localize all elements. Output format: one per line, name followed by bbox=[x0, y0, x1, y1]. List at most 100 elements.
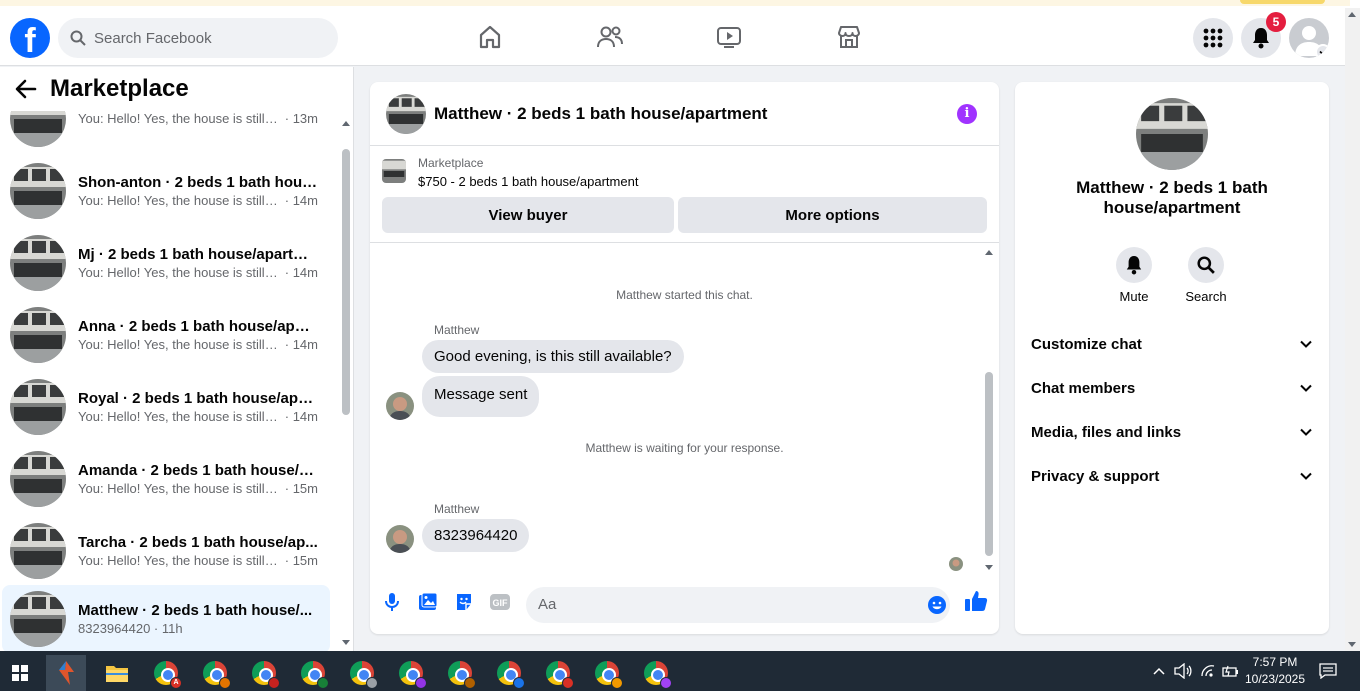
view-buyer-button[interactable]: View buyer bbox=[382, 197, 674, 233]
scroll-down-arrow[interactable] bbox=[985, 565, 993, 570]
message-input[interactable] bbox=[538, 596, 908, 613]
chevron-down-icon bbox=[1300, 472, 1312, 480]
conversation-list-scrollbar[interactable] bbox=[340, 115, 352, 645]
thumbs-up-icon bbox=[965, 591, 988, 611]
start-button[interactable] bbox=[0, 655, 40, 691]
taskbar-chrome-window[interactable] bbox=[391, 655, 431, 691]
media-files-links-section[interactable]: Media, files and links bbox=[1023, 412, 1321, 452]
taskbar-chrome-window[interactable]: A bbox=[146, 655, 186, 691]
search-icon bbox=[1197, 256, 1215, 274]
chat-members-section[interactable]: Chat members bbox=[1023, 368, 1321, 408]
taskbar-app-pinned[interactable] bbox=[46, 655, 86, 691]
scroll-down-arrow[interactable] bbox=[342, 640, 350, 645]
info-icon[interactable]: i bbox=[957, 104, 977, 124]
show-hidden-icons-button[interactable] bbox=[1148, 651, 1170, 691]
photo-icon bbox=[419, 592, 438, 610]
taskbar-chrome-window[interactable] bbox=[440, 655, 480, 691]
conversation-item-active[interactable]: Matthew · 2 beds 1 bath house/... 832396… bbox=[2, 585, 330, 651]
listing-thumbnail bbox=[10, 451, 66, 507]
account-chevron[interactable] bbox=[1315, 44, 1329, 58]
arrow-left-icon bbox=[15, 79, 37, 99]
taskbar-chrome-window[interactable] bbox=[489, 655, 529, 691]
search-box[interactable] bbox=[58, 18, 338, 58]
taskbar-file-explorer[interactable] bbox=[97, 655, 137, 691]
sticker-button[interactable] bbox=[452, 590, 476, 614]
scroll-up-arrow[interactable] bbox=[342, 121, 350, 126]
message-thread-scrollbar[interactable] bbox=[982, 250, 996, 570]
taskbar-chrome-window[interactable] bbox=[587, 655, 627, 691]
message-bubble[interactable]: 8323964420 bbox=[422, 519, 530, 552]
conversation-item[interactable]: Mj · 2 beds 1 bath house/apartm... You: … bbox=[2, 229, 330, 297]
taskbar-chrome-window[interactable] bbox=[636, 655, 676, 691]
listing-thumbnail bbox=[10, 163, 66, 219]
privacy-support-section[interactable]: Privacy & support bbox=[1023, 456, 1321, 496]
conversation-time: 15m bbox=[292, 480, 318, 496]
friends-nav-button[interactable] bbox=[595, 22, 625, 52]
message-bubble[interactable]: Message sent bbox=[422, 376, 540, 417]
taskbar-chrome-window[interactable] bbox=[195, 655, 235, 691]
conversation-time: 14m bbox=[292, 192, 318, 208]
conversation-item[interactable]: You: Hello! Yes, the house is still a...… bbox=[2, 111, 330, 153]
conversation-item[interactable]: Shon-anton · 2 beds 1 bath hous... You: … bbox=[2, 157, 330, 225]
volume-button[interactable] bbox=[1172, 651, 1194, 691]
search-action[interactable]: Search bbox=[1176, 247, 1236, 304]
chat-listing-thumbnail[interactable] bbox=[386, 93, 426, 134]
chrome-icon bbox=[644, 661, 672, 689]
taskbar-chrome-window[interactable] bbox=[342, 655, 382, 691]
chevron-down-icon bbox=[1319, 50, 1327, 56]
scroll-up-arrow[interactable] bbox=[985, 250, 993, 255]
listing-thumbnail bbox=[10, 111, 66, 147]
back-button[interactable] bbox=[12, 75, 40, 103]
notification-pill[interactable] bbox=[1240, 0, 1325, 4]
scrollbar-thumb[interactable] bbox=[342, 149, 350, 415]
sender-avatar[interactable] bbox=[386, 525, 414, 553]
taskbar-chrome-window[interactable] bbox=[538, 655, 578, 691]
like-button[interactable] bbox=[964, 589, 988, 613]
chat-title[interactable]: Matthew · 2 beds 1 bath house/apartment bbox=[434, 104, 767, 124]
conversation-item[interactable]: Tarcha · 2 beds 1 bath house/ap... You: … bbox=[2, 517, 330, 585]
action-center-button[interactable] bbox=[1316, 651, 1340, 691]
listing-price[interactable]: $750 - 2 beds 1 bath house/apartment bbox=[418, 174, 638, 189]
notification-count-badge: 5 bbox=[1266, 12, 1286, 32]
details-listing-thumbnail[interactable] bbox=[1136, 98, 1208, 170]
menu-button[interactable] bbox=[1193, 18, 1233, 58]
gif-button[interactable]: GIF bbox=[488, 590, 512, 614]
profile-avatar bbox=[268, 677, 280, 689]
message-input-box[interactable] bbox=[526, 587, 950, 623]
conversation-item[interactable]: Royal · 2 beds 1 bath house/apa... You: … bbox=[2, 373, 330, 441]
search-in-chat-button[interactable] bbox=[1188, 247, 1224, 283]
conversation-item[interactable]: Amanda · 2 beds 1 bath house/a... You: H… bbox=[2, 445, 330, 513]
page-scrollbar[interactable] bbox=[1345, 8, 1360, 651]
system-clock[interactable]: 7:57 PM 10/23/2025 bbox=[1240, 654, 1310, 688]
search-label: Search bbox=[1185, 289, 1227, 304]
facebook-logo[interactable]: f bbox=[10, 18, 50, 58]
chrome-icon bbox=[595, 661, 623, 689]
taskbar-chrome-window[interactable] bbox=[293, 655, 333, 691]
watch-nav-button[interactable] bbox=[714, 22, 744, 52]
battery-button[interactable] bbox=[1220, 651, 1242, 691]
more-options-button[interactable]: More options bbox=[678, 197, 987, 233]
attach-photo-button[interactable] bbox=[416, 590, 440, 614]
sender-avatar[interactable] bbox=[386, 392, 414, 420]
emoji-icon bbox=[928, 596, 946, 614]
home-nav-button[interactable] bbox=[475, 22, 505, 52]
chrome-icon: A bbox=[154, 661, 182, 689]
account-avatar-button[interactable] bbox=[1289, 18, 1329, 58]
message-bubble[interactable]: Good evening, is this still available? bbox=[422, 340, 684, 373]
customize-chat-section[interactable]: Customize chat bbox=[1023, 324, 1321, 364]
taskbar-chrome-window[interactable] bbox=[244, 655, 284, 691]
network-button[interactable] bbox=[1197, 651, 1219, 691]
scrollbar-thumb[interactable] bbox=[985, 372, 993, 556]
browser-top-strip bbox=[0, 0, 1360, 8]
mute-action[interactable]: Mute bbox=[1104, 247, 1164, 304]
marketplace-nav-button[interactable] bbox=[834, 22, 864, 52]
mute-button[interactable] bbox=[1116, 247, 1152, 283]
voice-clip-button[interactable] bbox=[380, 590, 404, 614]
folder-icon bbox=[106, 666, 128, 682]
notification-center-icon bbox=[1319, 663, 1337, 679]
conversation-item[interactable]: Anna · 2 beds 1 bath house/apar... You: … bbox=[2, 301, 330, 369]
emoji-button[interactable] bbox=[925, 593, 949, 617]
scroll-up-arrow[interactable] bbox=[1348, 12, 1356, 17]
scroll-down-arrow[interactable] bbox=[1348, 642, 1356, 647]
search-input[interactable] bbox=[94, 29, 314, 47]
